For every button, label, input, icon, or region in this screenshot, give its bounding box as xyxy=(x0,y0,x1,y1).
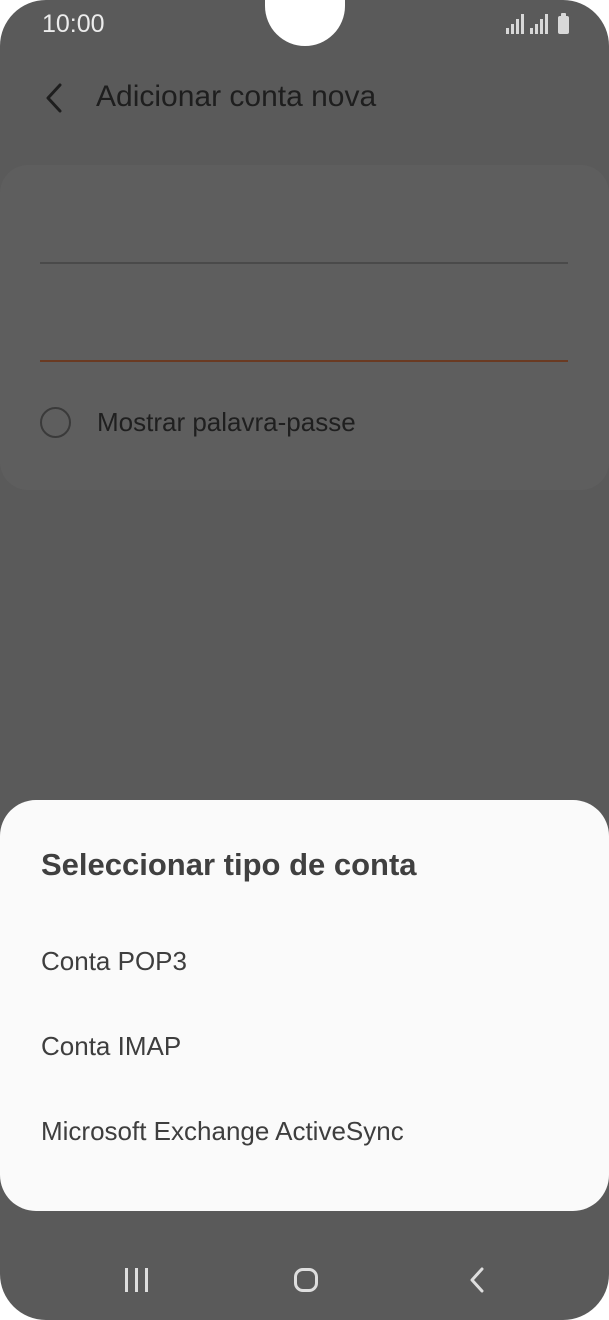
navigation-bar xyxy=(0,1240,609,1320)
battery-icon xyxy=(558,13,569,34)
show-password-label: Mostrar palavra-passe xyxy=(97,407,356,437)
app-bar: Adicionar conta nova xyxy=(0,70,609,130)
option-pop3[interactable]: Conta POP3 xyxy=(41,946,187,977)
show-password-toggle[interactable]: Mostrar palavra-passe xyxy=(40,407,356,438)
sheet-title: Seleccionar tipo de conta xyxy=(41,847,417,882)
phone-screen: 10:00 Adicionar conta nova Mostrar palav… xyxy=(0,0,609,1320)
home-icon xyxy=(294,1268,318,1292)
home-button[interactable] xyxy=(276,1258,336,1302)
email-field[interactable] xyxy=(40,262,568,264)
signal-icon xyxy=(506,14,524,34)
status-time: 10:00 xyxy=(42,10,105,38)
signal-icon xyxy=(530,14,548,34)
password-field[interactable] xyxy=(40,360,568,362)
option-exchange-activesync[interactable]: Microsoft Exchange ActiveSync xyxy=(41,1116,404,1147)
account-form-card: Mostrar palavra-passe xyxy=(0,165,609,490)
back-icon xyxy=(470,1267,484,1293)
recent-apps-button[interactable] xyxy=(106,1258,166,1302)
recent-apps-icon xyxy=(124,1268,148,1292)
option-imap[interactable]: Conta IMAP xyxy=(41,1031,181,1062)
back-button[interactable] xyxy=(34,76,74,120)
page-title: Adicionar conta nova xyxy=(96,80,377,113)
status-icons xyxy=(506,13,569,34)
nav-back-button[interactable] xyxy=(447,1258,507,1302)
show-password-checkbox[interactable] xyxy=(40,407,71,438)
chevron-left-icon xyxy=(46,83,62,113)
account-type-sheet: Seleccionar tipo de conta Conta POP3 Con… xyxy=(0,800,609,1211)
status-bar: 10:00 xyxy=(0,0,609,52)
